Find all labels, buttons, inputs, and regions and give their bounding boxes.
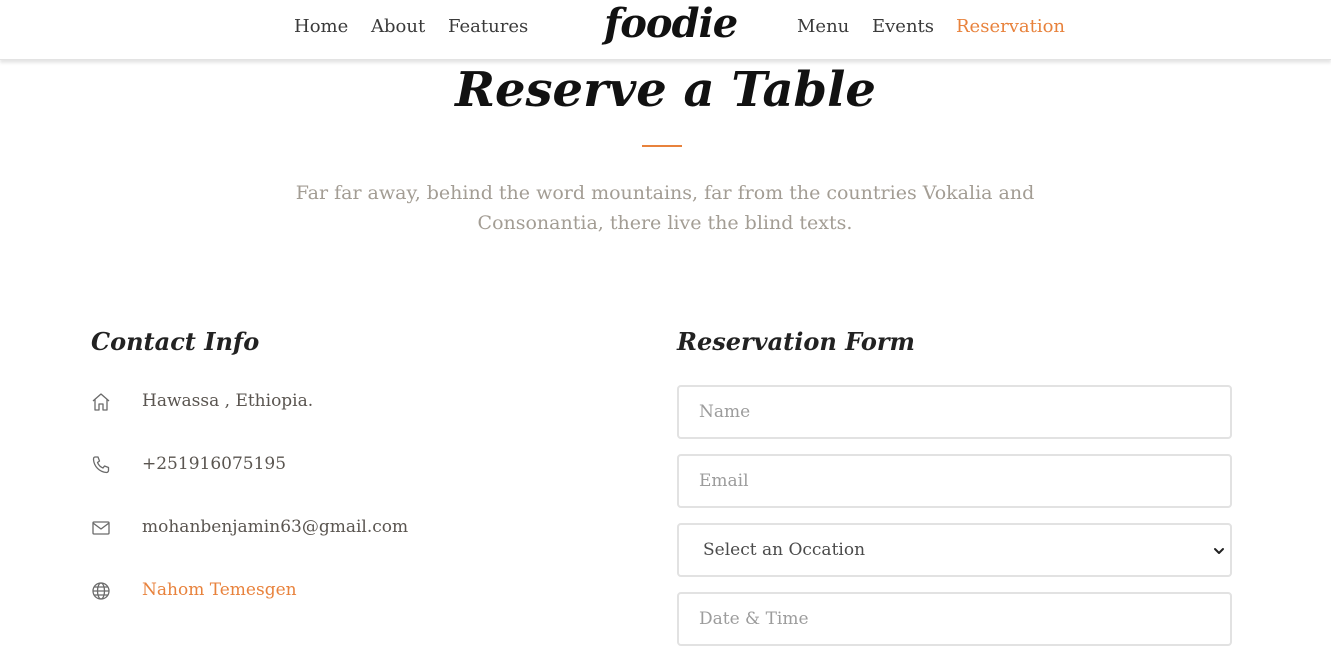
nav-link-home[interactable]: Home bbox=[294, 16, 348, 37]
contact-email: mohanbenjamin63@gmail.com bbox=[90, 517, 570, 541]
nav-link-menu[interactable]: Menu bbox=[797, 16, 849, 37]
address-text: Hawassa , Ethiopia. bbox=[142, 391, 314, 411]
email-input[interactable] bbox=[677, 454, 1232, 508]
chevron-down-icon bbox=[1214, 548, 1224, 554]
mail-icon bbox=[92, 521, 110, 535]
occasion-select[interactable]: Select an Occation bbox=[677, 523, 1232, 577]
page-title: Reserve a Table bbox=[455, 62, 876, 118]
email-text: mohanbenjamin63@gmail.com bbox=[142, 517, 409, 537]
section-subtitle: Far far away, behind the word mountains,… bbox=[270, 178, 1060, 238]
contact-address: Hawassa , Ethiopia. bbox=[90, 391, 570, 415]
brand-logo[interactable]: foodie bbox=[604, 0, 738, 47]
globe-icon bbox=[92, 582, 110, 600]
phone-text: +251916075195 bbox=[142, 454, 287, 474]
subtitle-line-2: Consonantia, there live the blind texts. bbox=[477, 212, 853, 234]
top-navbar: Home About Features foodie Menu Events R… bbox=[0, 0, 1331, 60]
subtitle-line-1: Far far away, behind the word mountains,… bbox=[295, 182, 1035, 204]
occasion-select-value: Select an Occation bbox=[703, 540, 866, 560]
reservation-form-heading: Reservation Form bbox=[677, 327, 915, 356]
nav-link-events[interactable]: Events bbox=[872, 16, 934, 37]
title-divider bbox=[642, 145, 682, 147]
contact-website: Nahom Temesgen bbox=[90, 580, 570, 604]
contact-info-heading: Contact Info bbox=[91, 327, 260, 356]
phone-icon bbox=[92, 456, 110, 474]
nav-link-about[interactable]: About bbox=[371, 16, 425, 37]
name-input[interactable] bbox=[677, 385, 1232, 439]
website-link[interactable]: Nahom Temesgen bbox=[142, 580, 297, 600]
nav-link-reservation[interactable]: Reservation bbox=[956, 16, 1065, 37]
contact-phone: +251916075195 bbox=[90, 454, 570, 478]
nav-link-features[interactable]: Features bbox=[448, 16, 528, 37]
datetime-input[interactable] bbox=[677, 592, 1232, 646]
home-icon bbox=[92, 393, 110, 411]
